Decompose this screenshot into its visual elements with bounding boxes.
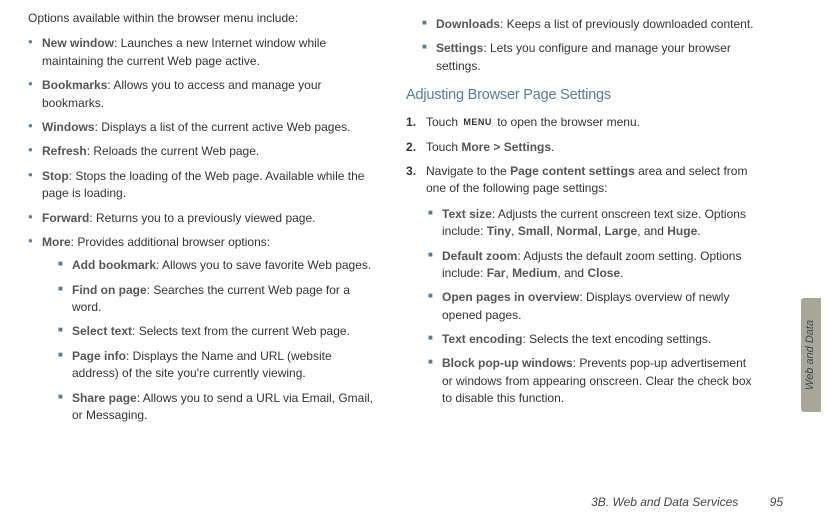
term: Text size xyxy=(442,207,492,221)
list-item: Default zoom: Adjusts the default zoom s… xyxy=(428,248,758,283)
step-item: Touch MENU to open the browser menu. xyxy=(406,114,758,131)
section-heading: Adjusting Browser Page Settings xyxy=(406,85,758,106)
list-item: Stop: Stops the loading of the Web page.… xyxy=(28,168,378,203)
list-item: Add bookmark: Allows you to save favorit… xyxy=(58,257,378,274)
list-item: Open pages in overview: Displays overvie… xyxy=(428,289,758,324)
list-item: Downloads: Keeps a list of previously do… xyxy=(422,16,758,33)
desc: : Displays a list of the current active … xyxy=(95,120,351,134)
opt: Far xyxy=(487,266,506,280)
term: Page content settings xyxy=(510,164,635,178)
desc: : Stops the loading of the Web page. Ava… xyxy=(42,169,364,200)
menu-icon: MENU xyxy=(461,115,494,130)
term: Text encoding xyxy=(442,332,522,346)
desc: : Keeps a list of previously downloaded … xyxy=(500,17,754,31)
more-sublist: Add bookmark: Allows you to save favorit… xyxy=(58,257,378,424)
term: Forward xyxy=(42,211,89,225)
term: Windows xyxy=(42,120,95,134)
list-item: New window: Launches a new Internet wind… xyxy=(28,35,378,70)
term: Page info xyxy=(72,349,126,363)
term: Downloads xyxy=(436,17,500,31)
opt: Normal xyxy=(557,224,598,238)
term: Add bookmark xyxy=(72,258,156,272)
list-item: Refresh: Reloads the current Web page. xyxy=(28,143,378,160)
step-text: Touch xyxy=(426,140,461,154)
term: Settings xyxy=(436,41,483,55)
desc: : Returns you to a previously viewed pag… xyxy=(89,211,315,225)
term: New window xyxy=(42,36,114,50)
footer-section: 3B. Web and Data Services xyxy=(591,495,738,509)
list-item: Block pop-up windows: Prevents pop-up ad… xyxy=(428,355,758,407)
step-text: Touch xyxy=(426,115,461,129)
step-item: Touch More > Settings. xyxy=(406,139,758,156)
separator: > xyxy=(490,140,504,154)
term: More xyxy=(42,235,71,249)
intro-text: Options available within the browser men… xyxy=(28,10,378,27)
desc: : Provides additional browser options: xyxy=(71,235,270,249)
desc: : Selects text from the current Web page… xyxy=(132,324,350,338)
page-settings-list: Text size: Adjusts the current onscreen … xyxy=(428,206,758,408)
term: Share page xyxy=(72,391,137,405)
footer-page-number: 95 xyxy=(770,494,783,511)
term: Find on page xyxy=(72,283,147,297)
more-continued-list: Downloads: Keeps a list of previously do… xyxy=(422,16,758,75)
opt: Large xyxy=(605,224,638,238)
term: Settings xyxy=(504,140,551,154)
opt: Tiny xyxy=(487,224,511,238)
list-item: Page info: Displays the Name and URL (we… xyxy=(58,348,378,383)
step-text: to open the browser menu. xyxy=(494,115,640,129)
right-column: Downloads: Keeps a list of previously do… xyxy=(398,10,768,431)
step-item: Navigate to the Page content settings ar… xyxy=(406,163,758,408)
term: Stop xyxy=(42,169,69,183)
term: Bookmarks xyxy=(42,78,107,92)
term: Refresh xyxy=(42,144,87,158)
list-item: Settings: Lets you configure and manage … xyxy=(422,40,758,75)
list-item: Select text: Selects text from the curre… xyxy=(58,323,378,340)
opt: Huge xyxy=(667,224,697,238)
list-item: More: Provides additional browser option… xyxy=(28,234,378,425)
list-item: Bookmarks: Allows you to access and mana… xyxy=(28,77,378,112)
list-item: Windows: Displays a list of the current … xyxy=(28,119,378,136)
list-item: Find on page: Searches the current Web p… xyxy=(58,282,378,317)
list-item: Text size: Adjusts the current onscreen … xyxy=(428,206,758,241)
term: Select text xyxy=(72,324,132,338)
side-thumb-tab: Web and Data xyxy=(801,298,821,412)
opt: Close xyxy=(587,266,620,280)
step-text: . xyxy=(551,140,554,154)
options-list: New window: Launches a new Internet wind… xyxy=(28,35,378,424)
left-column: Options available within the browser men… xyxy=(28,10,398,431)
step-text: Navigate to the xyxy=(426,164,510,178)
list-item: Text encoding: Selects the text encoding… xyxy=(428,331,758,348)
opt: Small xyxy=(518,224,550,238)
term: Default zoom xyxy=(442,249,517,263)
desc: : Allows you to save favorite Web pages. xyxy=(156,258,371,272)
page-footer: 3B. Web and Data Services 95 xyxy=(591,494,783,511)
list-item: Forward: Returns you to a previously vie… xyxy=(28,210,378,227)
term: Block pop-up windows xyxy=(442,356,573,370)
opt: Medium xyxy=(512,266,557,280)
list-item: Share page: Allows you to send a URL via… xyxy=(58,390,378,425)
term: Open pages in overview xyxy=(442,290,579,304)
desc: : Reloads the current Web page. xyxy=(87,144,260,158)
desc: : Selects the text encoding settings. xyxy=(522,332,711,346)
steps-list: Touch MENU to open the browser menu. Tou… xyxy=(406,114,758,407)
term: More xyxy=(461,140,490,154)
side-tab-label: Web and Data xyxy=(803,320,819,390)
